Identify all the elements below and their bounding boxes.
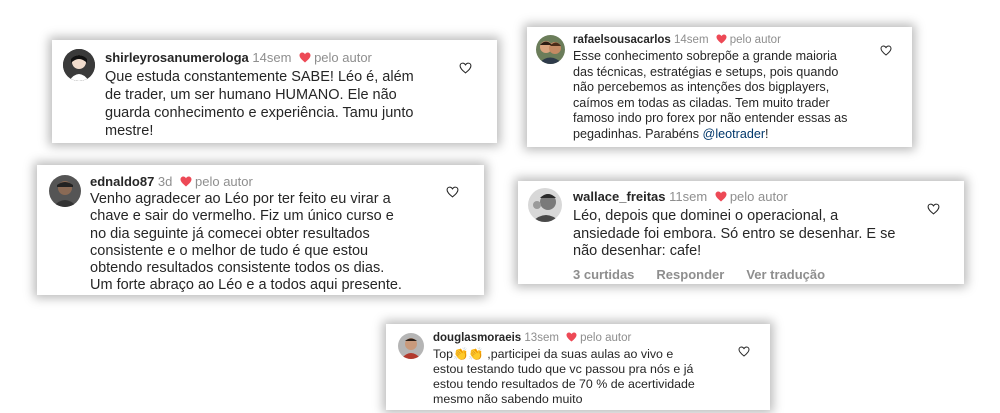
- comment-line: ansiedade foi embora. Só entro se desenh…: [573, 225, 896, 242]
- avatar[interactable]: [49, 175, 81, 207]
- comment-line: Léo, depois que dominei o operacional, a: [573, 208, 839, 224]
- heart-outline-icon[interactable]: [927, 202, 940, 220]
- author-badge: pelo autor: [580, 332, 632, 344]
- clapping-hands-icon: 👏👏: [452, 347, 484, 361]
- comment-card: rafaelsousacarlos 14sem pelo autor Esse …: [527, 27, 912, 147]
- comment-header: douglasmoraeis 13sem pelo autor: [433, 332, 631, 345]
- comment-line: famoso indo pro forex por não entender e…: [573, 111, 848, 125]
- timestamp[interactable]: 11sem: [669, 189, 707, 204]
- comment-text: Léo, depois que dominei o operacional, a…: [573, 208, 943, 261]
- comment-text: Esse conhecimento sobrepõe a grande maio…: [573, 49, 893, 142]
- heart-filled-icon: [716, 34, 727, 47]
- avatar[interactable]: [528, 188, 562, 222]
- comment-line: não desenhar: cafe!: [573, 243, 702, 259]
- avatar[interactable]: [63, 49, 95, 81]
- author-badge: pelo autor: [729, 189, 788, 204]
- avatar[interactable]: [536, 35, 565, 64]
- comment-text: Top👏👏 ,participei da suas aulas ao vivo …: [433, 347, 753, 407]
- mention-link[interactable]: @leotrader: [703, 127, 766, 141]
- heart-outline-icon[interactable]: [738, 344, 750, 362]
- comment-line: estou tendo resultados de 70 % de acerti…: [433, 377, 695, 391]
- username[interactable]: wallace_freitas: [573, 189, 666, 204]
- heart-outline-icon[interactable]: [880, 43, 892, 61]
- comment-actions: 3 curtidas Responder Ver tradução: [573, 267, 847, 282]
- heart-filled-icon: [180, 175, 192, 190]
- author-badge: pelo autor: [195, 174, 253, 189]
- comment-card: wallace_freitas 11sem pelo autor Léo, de…: [518, 181, 964, 284]
- username[interactable]: ednaldo87: [90, 174, 154, 189]
- comment-line: no dia seguinte já comecei obter resulta…: [90, 225, 370, 242]
- text-segment: ,participei da suas aulas ao vivo e: [483, 347, 674, 361]
- username[interactable]: rafaelsousacarlos: [573, 34, 671, 46]
- comment-line: mesmo não sabendo muito: [433, 392, 583, 406]
- text-segment: Top: [433, 347, 453, 361]
- timestamp[interactable]: 14sem: [252, 50, 291, 65]
- comment-line: Venho agradecer ao Léo por ter feito eu …: [90, 191, 391, 207]
- username[interactable]: shirleyrosanumerologa: [105, 50, 249, 65]
- comment-text: Que estuda constantemente SABE! Léo é, a…: [105, 68, 475, 140]
- timestamp[interactable]: 13sem: [524, 332, 559, 344]
- comment-card: ednaldo87 3d pelo autor Venho agradecer …: [37, 165, 484, 295]
- comment-line: mestre!: [105, 123, 154, 139]
- heart-filled-icon: [566, 332, 577, 345]
- heart-filled-icon: [299, 51, 311, 66]
- comment-line: estou testando tudo que vc passou pra nó…: [433, 362, 694, 376]
- author-badge: pelo autor: [729, 34, 781, 46]
- comment-line: das técnicas, estratégias e setups, pois…: [573, 64, 839, 79]
- text-segment: !: [765, 126, 769, 141]
- reply-button[interactable]: Responder: [656, 267, 724, 282]
- comment-header: shirleyrosanumerologa 14sem pelo autor: [105, 50, 372, 66]
- comment-line: Esse conhecimento sobrepõe a grande maio…: [573, 49, 837, 63]
- comment-line: guarda conhecimento e experiência. Tamu …: [105, 105, 414, 121]
- timestamp[interactable]: 14sem: [674, 34, 709, 46]
- comment-line: pegadinhas. Parabéns @leotrader!: [573, 127, 893, 143]
- timestamp[interactable]: 3d: [158, 174, 172, 189]
- comment-line: caímos em todas as ciladas. Tem muito tr…: [573, 95, 830, 110]
- comment-line: Top👏👏 ,participei da suas aulas ao vivo …: [433, 347, 753, 362]
- comment-header: ednaldo87 3d pelo autor: [90, 174, 253, 190]
- heart-outline-icon[interactable]: [446, 185, 459, 203]
- heart-filled-icon: [715, 190, 727, 205]
- comment-text: Venho agradecer ao Léo por ter feito eu …: [90, 191, 470, 295]
- comment-card: shirleyrosanumerologa 14sem pelo autor Q…: [52, 40, 497, 143]
- comment-header: rafaelsousacarlos 14sem pelo autor: [573, 34, 781, 47]
- avatar[interactable]: [398, 333, 424, 359]
- text-segment: pegadinhas. Parabéns: [573, 126, 703, 141]
- comment-line: chave e sair do vermelho. Fiz um único c…: [90, 208, 394, 225]
- likes-count[interactable]: 3 curtidas: [573, 267, 634, 282]
- comment-line: de trader, um ser humano HUMANO. Ele não: [105, 87, 397, 103]
- comment-line: Que estuda constantemente SABE! Léo é, a…: [105, 69, 414, 85]
- comment-line: Um forte abraço ao Léo e a todos aqui pr…: [90, 277, 402, 294]
- heart-outline-icon[interactable]: [459, 61, 472, 79]
- comment-line: consistente e o melhor de tudo é que est…: [90, 242, 369, 259]
- comment-line: não percebemos as intenções dos bigplaye…: [573, 80, 830, 94]
- comment-line: obtendo resultados consistente todos os …: [90, 260, 385, 277]
- author-badge: pelo autor: [314, 50, 372, 65]
- comment-header: wallace_freitas 11sem pelo autor: [573, 189, 788, 205]
- comment-card: douglasmoraeis 13sem pelo autor Top👏👏 ,p…: [386, 324, 770, 410]
- see-translation-button[interactable]: Ver tradução: [746, 267, 825, 282]
- username[interactable]: douglasmoraeis: [433, 332, 521, 344]
